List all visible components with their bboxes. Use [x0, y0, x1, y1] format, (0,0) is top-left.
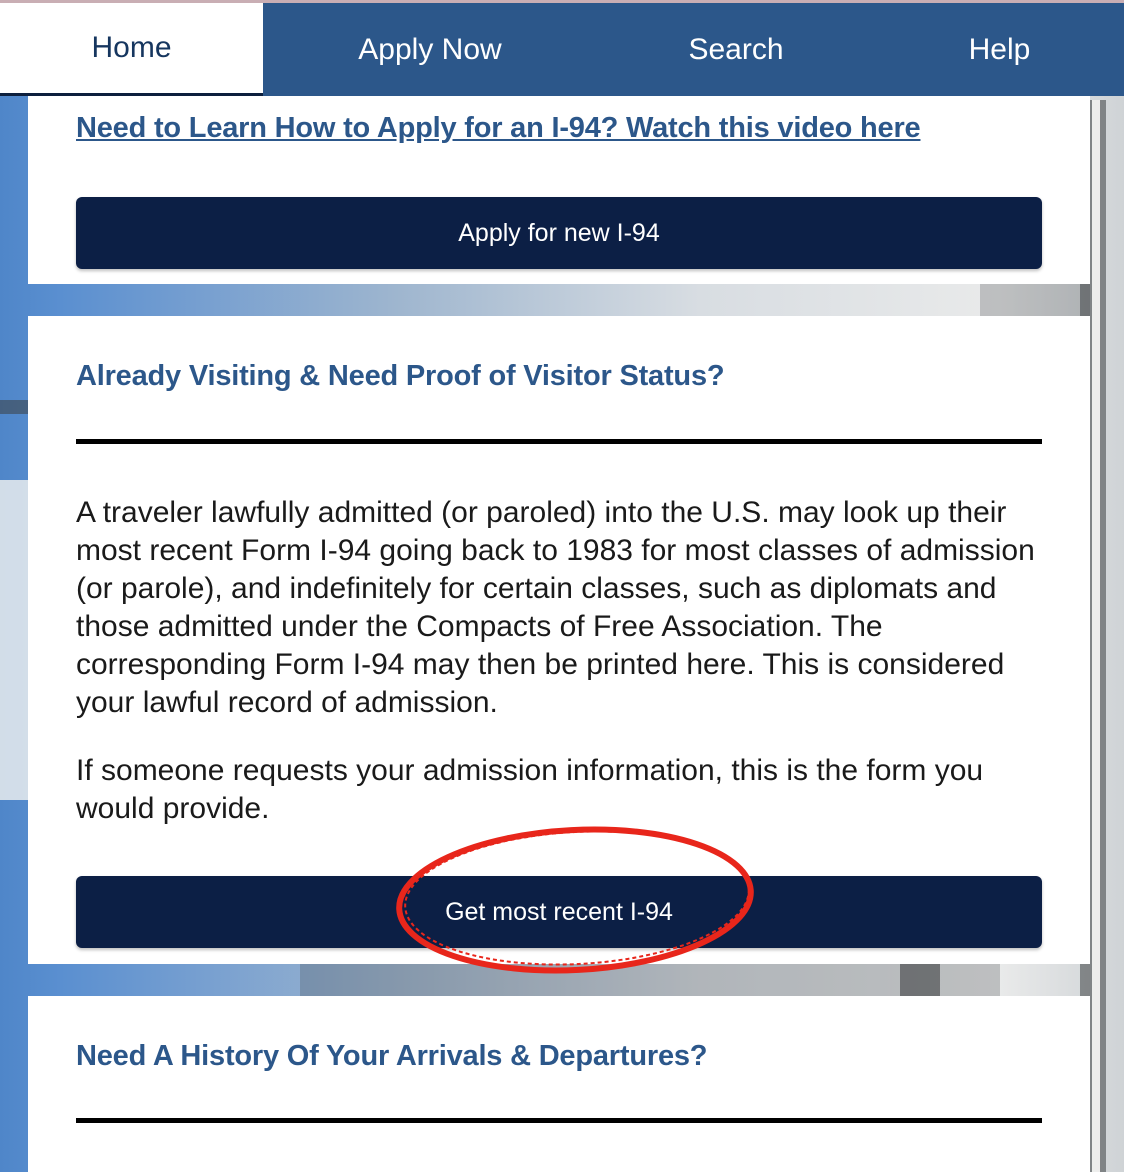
section-divider — [76, 439, 1042, 444]
top-navigation: Home Apply Now Search Help — [0, 0, 1124, 96]
nav-tab-help[interactable]: Help — [875, 3, 1124, 96]
travel-history-card: Need A History Of Your Arrivals & Depart… — [28, 996, 1090, 1172]
section-heading-travel-history: Need A History Of Your Arrivals & Depart… — [76, 1040, 708, 1072]
section-divider — [76, 1118, 1042, 1123]
section-heading-visitor-status: Already Visiting & Need Proof of Visitor… — [76, 360, 725, 392]
lookup-description: A traveler lawfully admitted (or paroled… — [76, 496, 1035, 719]
apply-new-i94-button[interactable]: Apply for new I-94 — [76, 197, 1042, 269]
nav-tab-home[interactable]: Home — [0, 3, 263, 96]
nav-tab-apply-now[interactable]: Apply Now — [263, 3, 597, 96]
form-purpose-text: If someone requests your admission infor… — [76, 754, 984, 825]
visitor-status-card: Already Visiting & Need Proof of Visitor… — [28, 316, 1090, 964]
how-to-apply-video-link[interactable]: Need to Learn How to Apply for an I-94? … — [76, 112, 921, 145]
apply-card: Need to Learn How to Apply for an I-94? … — [28, 96, 1090, 284]
nav-tab-search[interactable]: Search — [597, 3, 875, 96]
get-most-recent-i94-button[interactable]: Get most recent I-94 — [76, 876, 1042, 948]
